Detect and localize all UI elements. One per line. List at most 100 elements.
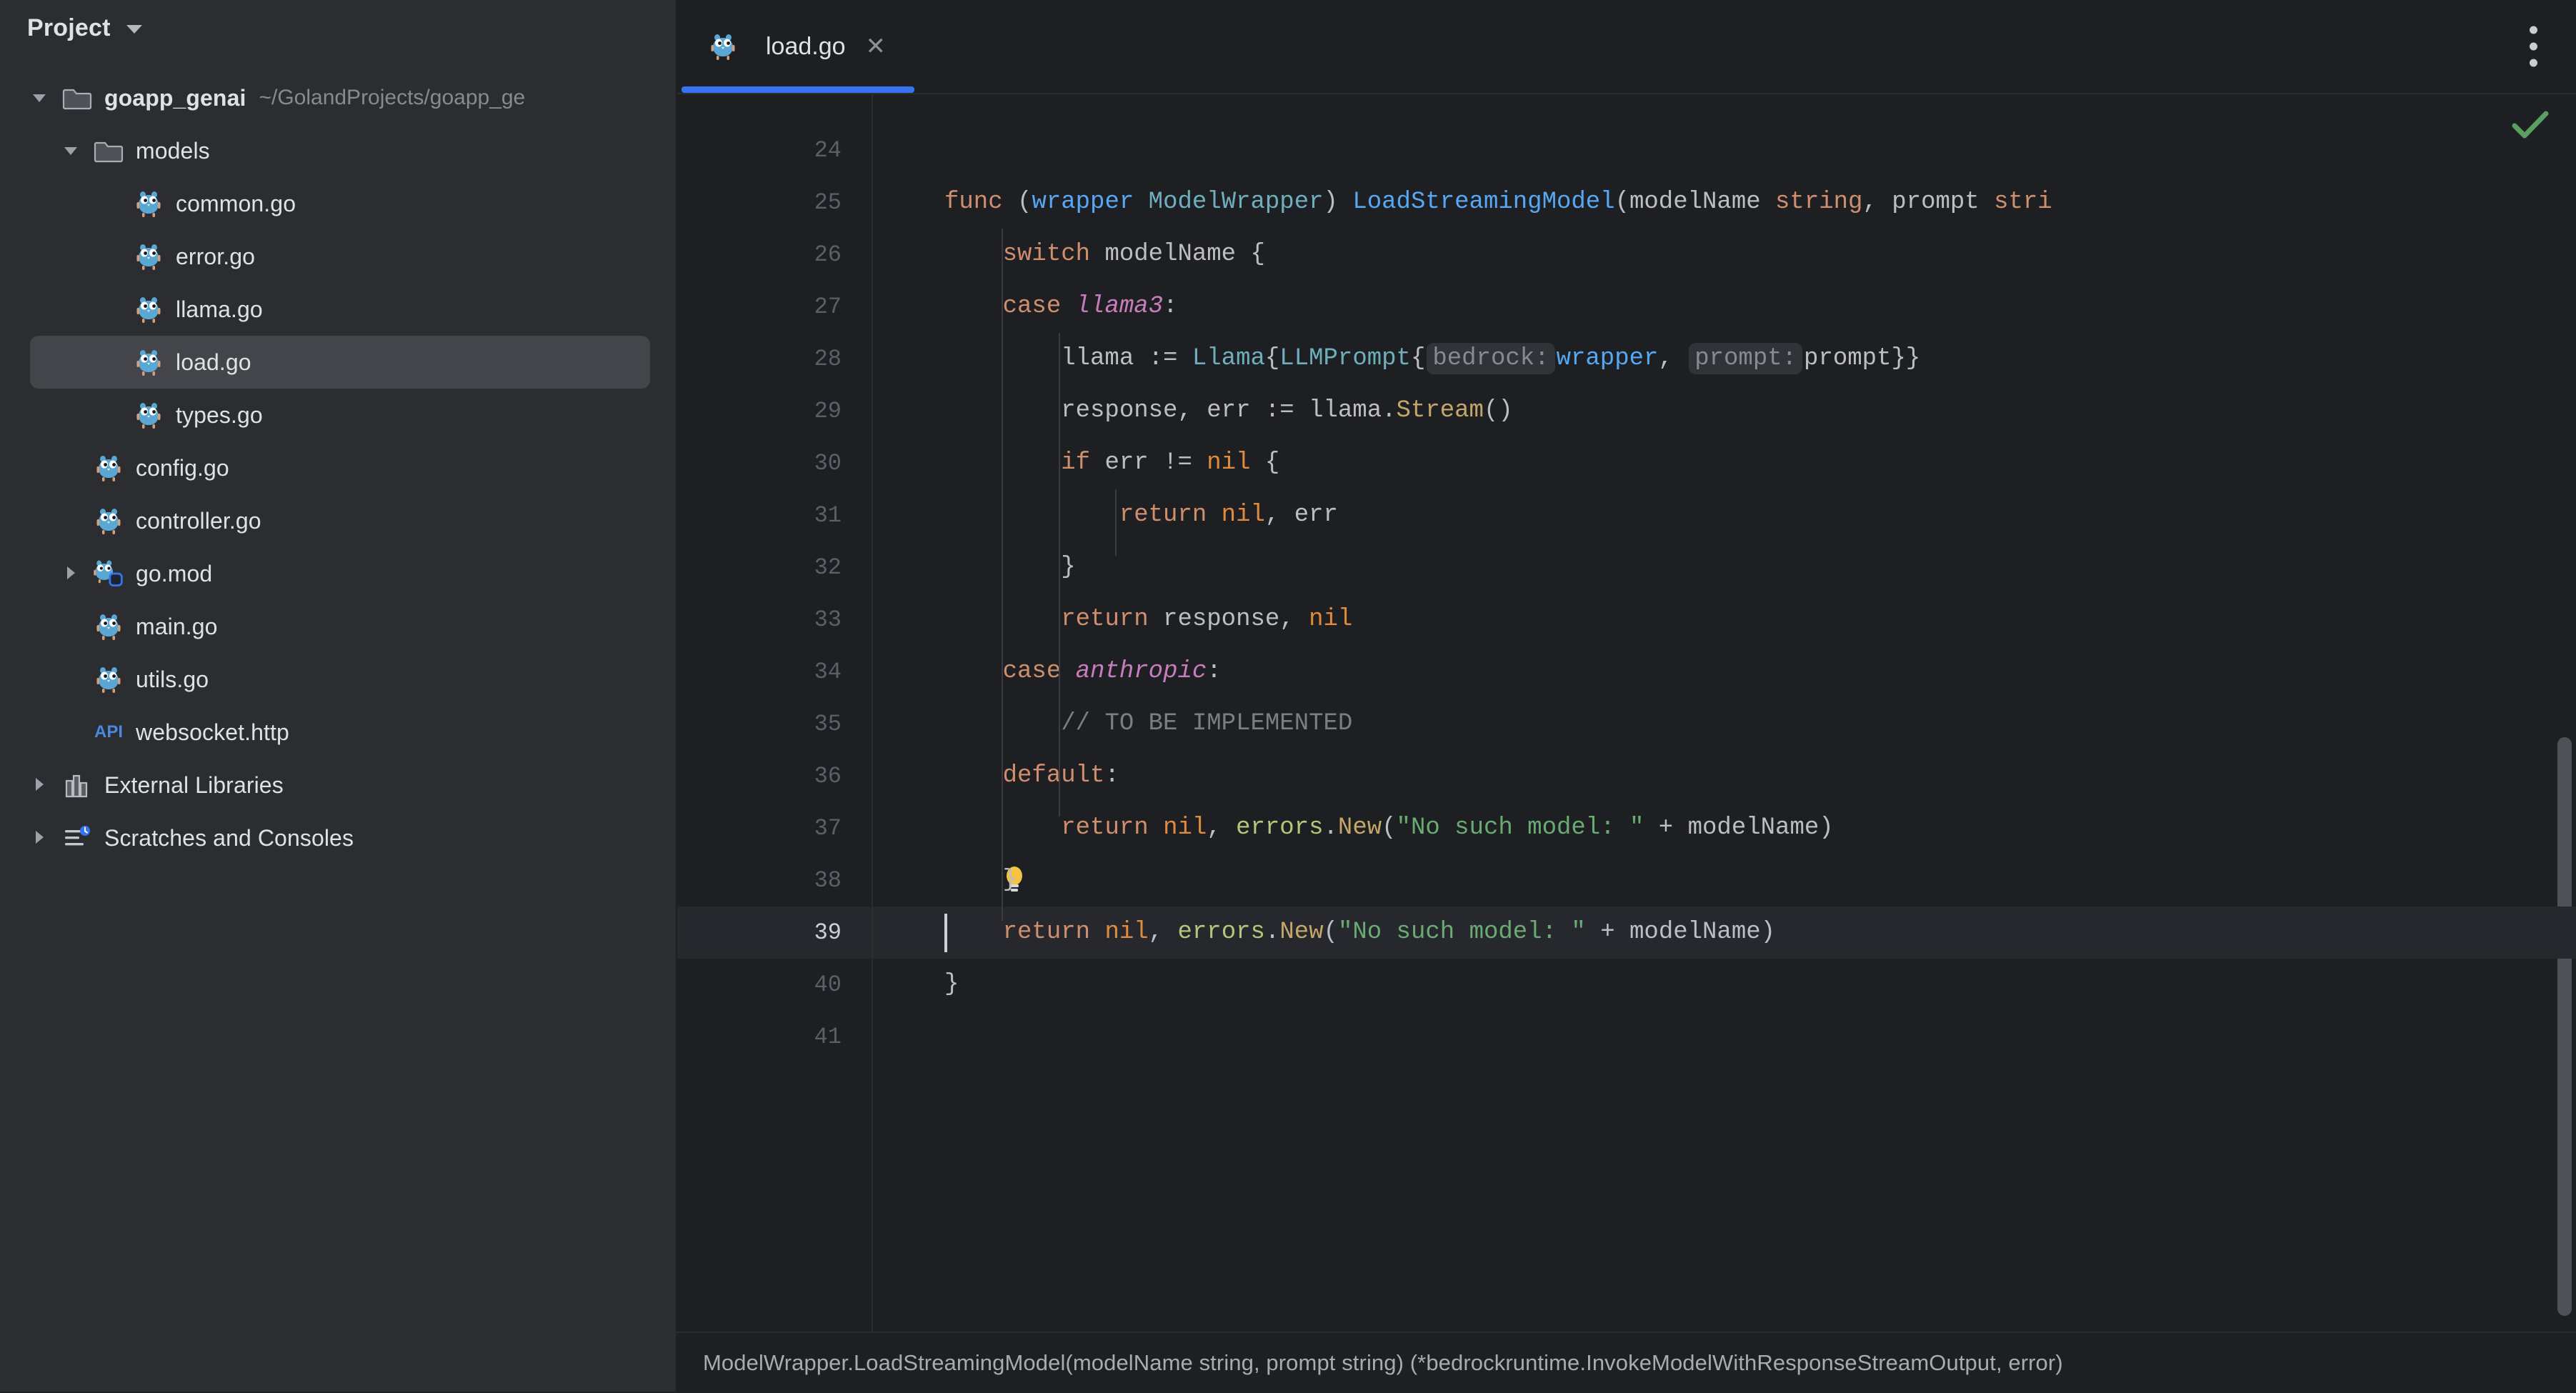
line-number: 33: [814, 594, 842, 646]
tree-item-common-go[interactable]: common.go: [0, 177, 676, 230]
status-bar-text: ModelWrapper.LoadStreamingModel(modelNam…: [703, 1350, 2063, 1376]
tree-item-label: models: [136, 138, 210, 164]
chevron-down-icon[interactable]: [27, 86, 51, 110]
code-line-28[interactable]: llama := Llama{LLMPrompt{bedrock:wrapper…: [944, 333, 1920, 385]
tree-spacer: [99, 350, 123, 374]
tree-spacer: [59, 614, 83, 639]
code-line-27[interactable]: case llama3:: [944, 281, 1177, 333]
code-line-32[interactable]: }: [944, 541, 1076, 594]
go-gopher-icon: [133, 399, 164, 431]
tree-item-models[interactable]: models: [0, 124, 676, 177]
tree-spacer: [59, 509, 83, 533]
line-number: 30: [814, 437, 842, 489]
tab-load-go[interactable]: load.go ✕: [677, 0, 919, 93]
scratches-icon: [61, 822, 93, 854]
line-number: 39: [814, 907, 842, 959]
tree-spacer: [99, 191, 123, 216]
tree-item-label: utils.go: [136, 666, 209, 693]
line-number: 26: [814, 229, 842, 281]
status-bar: ModelWrapper.LoadStreamingModel(modelNam…: [0, 1332, 2576, 1392]
status-bar-breadcrumb: ModelWrapper.LoadStreamingModel(modelNam…: [676, 1332, 2576, 1393]
tree-item-websocket-http[interactable]: APIwebsocket.http: [0, 706, 676, 759]
code-editor-area[interactable]: func (wrapper ModelWrapper) LoadStreamin…: [873, 94, 2576, 1332]
tree-item-main-go[interactable]: main.go: [0, 600, 676, 653]
code-line-38[interactable]: }: [944, 854, 1017, 907]
tree-item-goapp-genai[interactable]: goapp_genai~/GolandProjects/goapp_ge: [0, 71, 676, 124]
tree-item-label: load.go: [176, 349, 251, 376]
more-vertical-icon[interactable]: [2530, 26, 2537, 67]
line-number: 29: [814, 385, 842, 437]
go-gopher-icon: [133, 346, 164, 378]
tree-item-utils-go[interactable]: utils.go: [0, 653, 676, 706]
code-line-24[interactable]: [944, 124, 959, 176]
chevron-down-icon[interactable]: [59, 139, 83, 163]
code-line-41[interactable]: [944, 1011, 959, 1063]
line-number: 40: [814, 959, 842, 1011]
line-number-gutter[interactable]: 242526272829303132333435363738394041: [677, 94, 873, 1332]
tab-active-indicator: [682, 86, 914, 93]
current-line-gutter-highlight: [677, 907, 872, 959]
editor-pane: load.go ✕ 242526272829303132333435363738…: [677, 0, 2576, 1332]
main-area: Project goapp_genai~/GolandProjects/goap…: [0, 0, 2576, 1332]
tree-item-controller-go[interactable]: controller.go: [0, 494, 676, 547]
chevron-right-icon[interactable]: [27, 826, 51, 850]
tree-spacer: [99, 297, 123, 321]
code-line-36[interactable]: default:: [944, 750, 1119, 802]
close-icon[interactable]: ✕: [862, 30, 891, 63]
tree-item-label: Scratches and Consoles: [104, 825, 354, 852]
editor-body: 242526272829303132333435363738394041 fun…: [677, 94, 2576, 1332]
line-number: 34: [814, 646, 842, 698]
project-panel-header: Project: [0, 0, 676, 56]
chevron-right-icon[interactable]: [27, 773, 51, 797]
tree-item-label: External Libraries: [104, 772, 284, 799]
code-line-30[interactable]: if err != nil {: [944, 437, 1279, 489]
editor-tabbar: load.go ✕: [677, 0, 2576, 94]
tree-spacer: [59, 667, 83, 691]
tree-item-label: go.mod: [136, 561, 212, 587]
code-line-34[interactable]: case anthropic:: [944, 646, 1222, 698]
code-line-33[interactable]: return response, nil: [944, 594, 1352, 646]
checkmark-icon[interactable]: [2512, 110, 2549, 144]
tree-item-label: types.go: [176, 402, 263, 429]
folder-icon: [93, 135, 124, 166]
project-file-tree[interactable]: goapp_genai~/GolandProjects/goapp_gemode…: [0, 56, 676, 864]
line-number: 38: [814, 854, 842, 907]
tree-spacer: [59, 456, 83, 480]
tree-item-go-mod[interactable]: go.mod: [0, 547, 676, 600]
tree-item-scratches-and-consoles[interactable]: Scratches and Consoles: [0, 812, 676, 864]
line-number: 41: [814, 1011, 842, 1063]
chevron-down-icon[interactable]: [126, 25, 142, 34]
tree-spacer: [99, 244, 123, 269]
tree-item-error-go[interactable]: error.go: [0, 230, 676, 283]
code-line-25[interactable]: func (wrapper ModelWrapper) LoadStreamin…: [944, 176, 2052, 229]
text-caret: [944, 914, 947, 952]
chevron-right-icon[interactable]: [59, 561, 83, 586]
go-gopher-icon: [93, 611, 124, 642]
line-number: 35: [814, 698, 842, 750]
tree-item-label: websocket.http: [136, 719, 289, 746]
scrollbar-thumb[interactable]: [2557, 737, 2572, 1316]
tree-item-llama-go[interactable]: llama.go: [0, 283, 676, 336]
go-gopher-icon: [133, 241, 164, 272]
status-bar-left-spacer: [0, 1332, 676, 1392]
tree-item-load-go[interactable]: load.go: [30, 336, 650, 389]
code-line-37[interactable]: return nil, errors.New("No such model: "…: [944, 802, 1834, 854]
vertical-scrollbar[interactable]: [2555, 94, 2576, 1332]
tree-item-external-libraries[interactable]: External Libraries: [0, 759, 676, 812]
line-number: 37: [814, 802, 842, 854]
go-gopher-icon: [93, 452, 124, 484]
libraries-icon: [61, 769, 93, 801]
tree-item-types-go[interactable]: types.go: [0, 389, 676, 441]
tab-label: load.go: [766, 33, 846, 61]
go-gopher-icon: [133, 188, 164, 219]
line-number: 25: [814, 176, 842, 229]
code-line-40[interactable]: }: [944, 959, 959, 1011]
code-line-29[interactable]: response, err := llama.Stream(): [944, 385, 1513, 437]
line-number: 31: [814, 489, 842, 541]
code-line-39[interactable]: return nil, errors.New("No such model: "…: [944, 907, 1775, 959]
line-number: 27: [814, 281, 842, 333]
code-line-31[interactable]: return nil, err: [944, 489, 1338, 541]
tree-item-config-go[interactable]: config.go: [0, 441, 676, 494]
code-line-35[interactable]: // TO BE IMPLEMENTED: [944, 698, 1352, 750]
code-line-26[interactable]: switch modelName {: [944, 229, 1265, 281]
